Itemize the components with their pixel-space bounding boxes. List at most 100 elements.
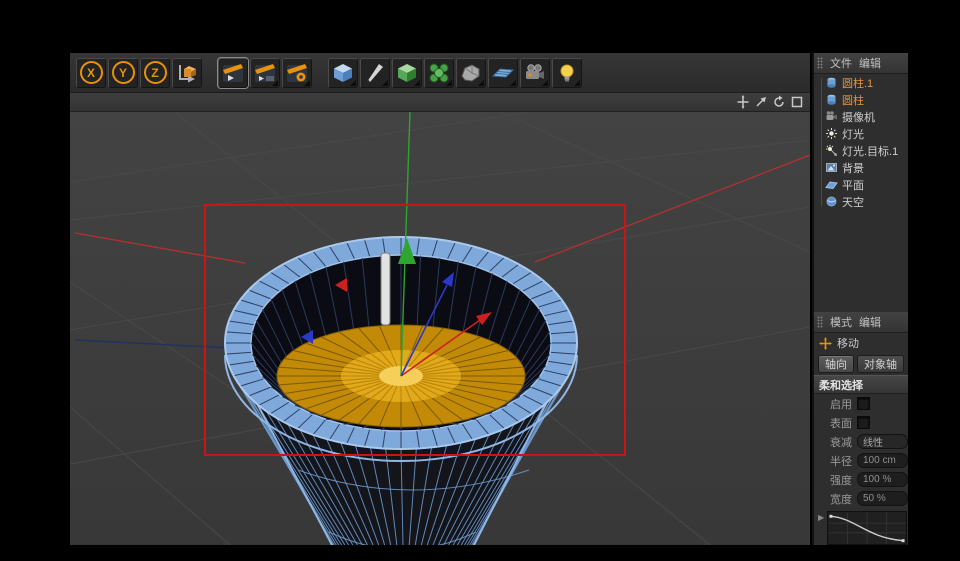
submenu-corner-icon: [510, 80, 516, 86]
app-region: X Y Z: [70, 53, 908, 545]
submenu-corner-icon: [446, 80, 452, 86]
light-button[interactable]: [552, 58, 582, 88]
object-row-cylinder[interactable]: 圆柱: [814, 91, 908, 108]
maximize-icon[interactable]: [790, 95, 804, 109]
active-tool-label: 移动: [837, 335, 859, 351]
object-axis-button[interactable]: 对象轴: [857, 355, 904, 373]
submenu-corner-icon: [542, 80, 548, 86]
y-axis-lock-icon: Y: [112, 61, 135, 84]
zoom-icon[interactable]: [754, 95, 768, 109]
object-label: 灯光: [842, 126, 864, 142]
render-view-button[interactable]: [218, 58, 248, 88]
attr-row-width: 宽度 50 %: [814, 489, 908, 508]
object-list: 圆柱.1 圆柱 摄: [814, 74, 908, 210]
object-label: 背景: [842, 160, 864, 176]
falloff-curve-row: ▶: [814, 508, 908, 548]
object-row-plane[interactable]: 平面: [814, 176, 908, 193]
submenu-corner-icon: [350, 80, 356, 86]
render-picture-viewer-button[interactable]: [250, 58, 280, 88]
pan-icon[interactable]: [736, 95, 750, 109]
lock-x-button[interactable]: X: [76, 58, 106, 88]
object-label: 圆柱.1: [842, 75, 873, 91]
enable-label: 启用: [814, 396, 852, 412]
cylinder-icon: [825, 76, 838, 89]
attr-row-surface: 表面: [814, 413, 908, 432]
viewport-menu-bar: [70, 93, 810, 112]
cylinder-icon: [825, 93, 838, 106]
attribute-manager-menu: 模式 编辑: [814, 312, 908, 333]
submenu-corner-icon: [574, 80, 580, 86]
attr-row-strength: 强度 100 %: [814, 470, 908, 489]
light-target-icon: [825, 144, 838, 157]
deformer-button[interactable]: [456, 58, 486, 88]
falloff-dropdown[interactable]: 线性: [857, 434, 908, 449]
submenu-corner-icon: [382, 80, 388, 86]
submenu-corner-icon: [304, 80, 310, 86]
main-toolbar: X Y Z: [70, 53, 810, 93]
lock-y-button[interactable]: Y: [108, 58, 138, 88]
width-label: 宽度: [814, 491, 852, 507]
radius-label: 半径: [814, 453, 852, 469]
rotate-icon[interactable]: [772, 95, 786, 109]
object-row-light[interactable]: 灯光: [814, 125, 908, 142]
width-field[interactable]: 50 %: [857, 491, 908, 506]
object-label: 摄像机: [842, 109, 875, 125]
sky-icon: [825, 195, 838, 208]
radius-field[interactable]: 100 cm: [857, 453, 908, 468]
add-cube-button[interactable]: [328, 58, 358, 88]
environment-button[interactable]: [488, 58, 518, 88]
left-column: X Y Z: [70, 53, 810, 545]
surface-label: 表面: [814, 415, 852, 431]
attr-row-falloff: 衰减 线性: [814, 432, 908, 451]
submenu-corner-icon: [272, 80, 278, 86]
active-tool-row: 移动: [814, 333, 908, 353]
z-axis-lock-icon: Z: [144, 61, 167, 84]
panel-spacer: [814, 210, 908, 312]
menu-item-file[interactable]: 文件: [830, 55, 852, 71]
x-axis-lock-icon: X: [80, 61, 103, 84]
object-row-cylinder1[interactable]: 圆柱.1: [814, 74, 908, 91]
strength-label: 强度: [814, 472, 852, 488]
attr-row-radius: 半径 100 cm: [814, 451, 908, 470]
soft-selection-header[interactable]: 柔和选择: [814, 375, 908, 394]
axis-mode-buttons: 轴向 对象轴: [814, 353, 908, 375]
coordinate-system-button[interactable]: [172, 58, 202, 88]
object-row-light-target[interactable]: 灯光.目标.1: [814, 142, 908, 159]
render-settings-button[interactable]: [282, 58, 312, 88]
object-row-sky[interactable]: 天空: [814, 193, 908, 210]
submenu-corner-icon: [414, 80, 420, 86]
application-window: X Y Z: [0, 0, 960, 561]
viewport-3d[interactable]: [70, 112, 810, 545]
camera-button[interactable]: [520, 58, 550, 88]
object-row-camera[interactable]: 摄像机: [814, 108, 908, 125]
viewport-3d-scene[interactable]: [70, 112, 810, 545]
attr-row-enable: 启用: [814, 394, 908, 413]
menu-item-edit[interactable]: 编辑: [859, 55, 881, 71]
mograph-button[interactable]: [424, 58, 454, 88]
generator-button[interactable]: [392, 58, 422, 88]
pen-tool-button[interactable]: [360, 58, 390, 88]
menu-item-mode[interactable]: 模式: [830, 314, 852, 330]
falloff-curve[interactable]: [827, 511, 907, 545]
expander-icon[interactable]: ▶: [818, 511, 824, 525]
lock-z-button[interactable]: Z: [140, 58, 170, 88]
object-label: 天空: [842, 194, 864, 210]
enable-checkbox[interactable]: [857, 397, 870, 410]
object-label: 灯光.目标.1: [842, 143, 898, 159]
surface-checkbox[interactable]: [857, 416, 870, 429]
object-row-background[interactable]: 背景: [814, 159, 908, 176]
right-panel: 文件 编辑 圆柱.1: [812, 53, 908, 545]
axis-button[interactable]: 轴向: [818, 355, 854, 373]
object-label: 平面: [842, 177, 864, 193]
plane-icon: [825, 178, 838, 191]
menu-item-edit[interactable]: 编辑: [859, 314, 881, 330]
light-icon: [825, 127, 838, 140]
coordinate-system-icon: [175, 61, 199, 85]
falloff-label: 衰减: [814, 434, 852, 450]
submenu-corner-icon: [478, 80, 484, 86]
panel-grip-icon[interactable]: [817, 316, 823, 328]
move-tool-icon: [819, 337, 832, 350]
object-label: 圆柱: [842, 92, 864, 108]
panel-grip-icon[interactable]: [817, 57, 823, 69]
strength-field[interactable]: 100 %: [857, 472, 908, 487]
